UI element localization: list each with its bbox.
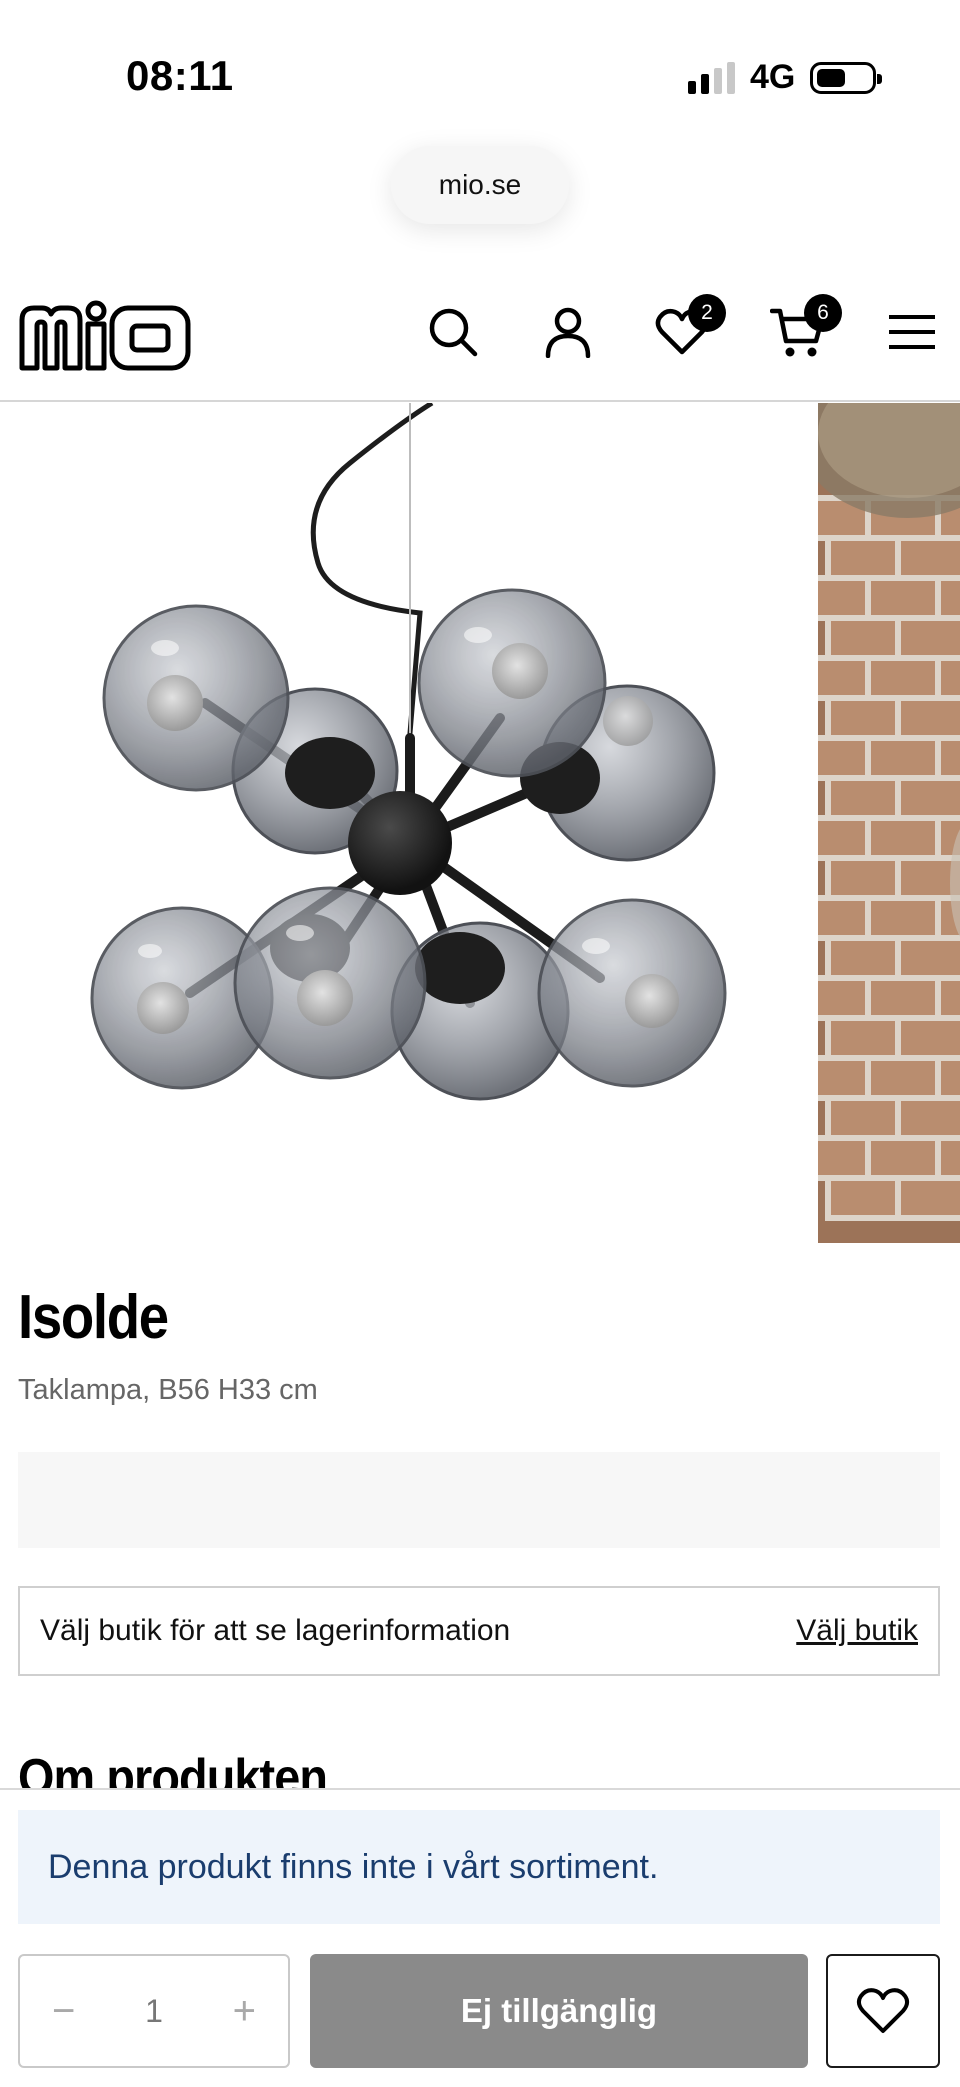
product-subtitle: Taklampa, B56 H33 cm [18, 1374, 318, 1406]
status-bar: 08:11 4G [0, 0, 960, 140]
menu-icon[interactable] [882, 302, 942, 362]
quantity-value[interactable]: 1 [145, 1993, 163, 2030]
status-time: 08:11 [126, 52, 234, 99]
add-to-wishlist-button[interactable] [826, 1954, 940, 2068]
store-info-text: Välj butik för att se lagerinformation [40, 1614, 511, 1647]
network-label: 4G [750, 58, 796, 96]
account-icon[interactable] [538, 302, 598, 362]
product-title: Isolde [18, 1283, 169, 1352]
site-header: 2 6 [0, 280, 960, 402]
search-icon[interactable] [423, 302, 483, 362]
heart-icon [856, 1988, 910, 2033]
product-gallery[interactable] [0, 403, 960, 1243]
wishlist-icon[interactable]: 2 [652, 294, 726, 362]
cart-icon[interactable]: 6 [768, 294, 842, 362]
store-selector[interactable]: Välj butik för att se lagerinformation V… [18, 1586, 940, 1676]
cart-count-badge: 6 [804, 294, 842, 332]
choose-store-link[interactable]: Välj butik [796, 1614, 918, 1648]
price-placeholder [18, 1452, 940, 1548]
product-image[interactable] [0, 403, 818, 1243]
quantity-stepper[interactable]: − 1 + [18, 1954, 290, 2068]
mio-logo[interactable] [18, 294, 192, 379]
increase-quantity-button[interactable]: + [233, 1989, 256, 2034]
sticky-purchase-panel: Denna produkt finns inte i vårt sortimen… [0, 1788, 960, 2087]
wishlist-count-badge: 2 [688, 294, 726, 332]
decrease-quantity-button[interactable]: − [52, 1989, 75, 2034]
signal-icon [688, 62, 736, 94]
availability-notice: Denna produkt finns inte i vårt sortimen… [18, 1810, 940, 1924]
url-bar[interactable]: mio.se [391, 146, 569, 224]
battery-icon [810, 62, 882, 94]
unavailable-button[interactable]: Ej tillgänglig [310, 1954, 808, 2068]
lifestyle-image[interactable] [795, 403, 960, 1243]
